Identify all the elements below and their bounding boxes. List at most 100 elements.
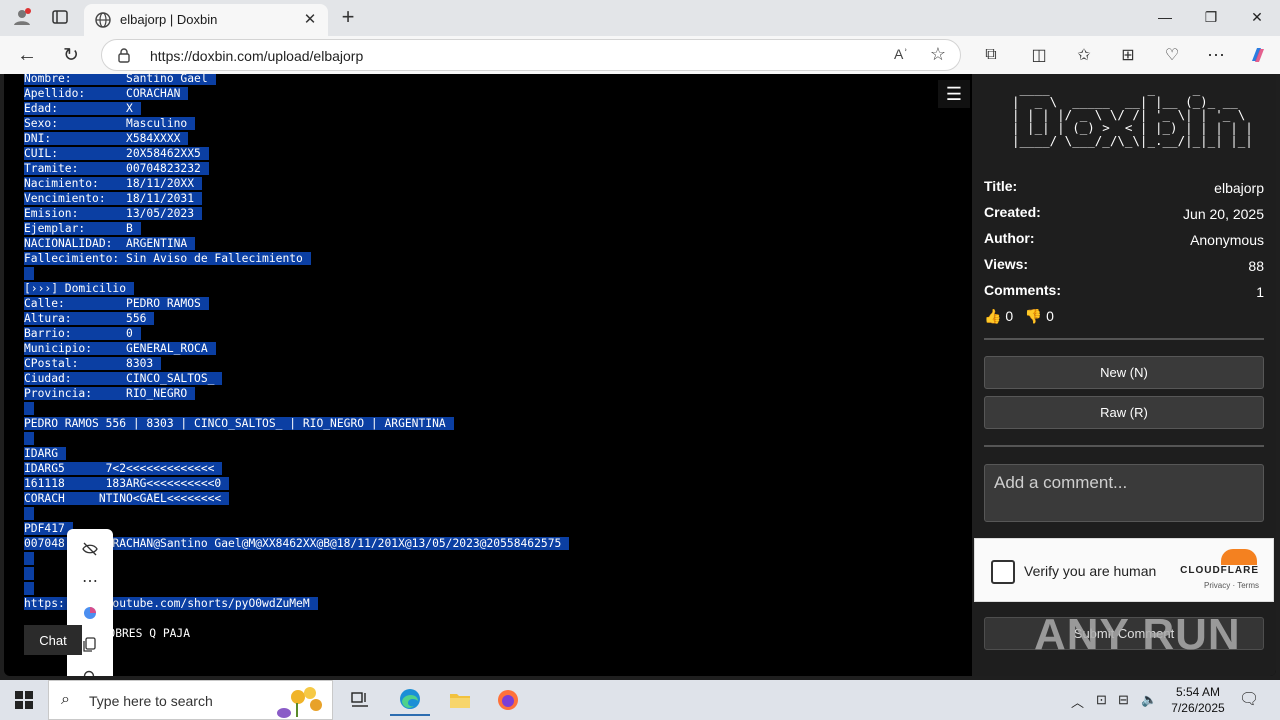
paste-line-text: Ciudad: CINCO_SALTOS_ xyxy=(24,372,223,385)
thumbs-up-icon[interactable]: 👍 xyxy=(984,308,1001,324)
paste-line-text: CUIL: 20X58462XX5 xyxy=(24,147,209,160)
captcha-checkbox[interactable] xyxy=(991,560,1015,584)
meta-label: Comments: xyxy=(984,282,1062,298)
paste-line: NACIONALIDAD: ARGENTINA xyxy=(24,236,569,251)
new-paste-button[interactable]: New (N) xyxy=(984,356,1264,389)
cloudflare-brand: CLOUDFLARE xyxy=(1180,565,1259,576)
task-view-icon[interactable] xyxy=(340,684,380,716)
paste-line: CORACH NTINO<GAEL<<<<<<<< xyxy=(24,491,569,506)
collections-icon[interactable]: ⊞ xyxy=(1114,41,1142,69)
paste-line: Ciudad: CINCO_SALTOS_ xyxy=(24,371,569,386)
close-tab-icon[interactable]: ✕ xyxy=(300,10,320,30)
search-placeholder: Type here to search xyxy=(89,693,213,709)
paste-line: [›››] Domicilio xyxy=(24,281,569,296)
restore-icon[interactable]: ❐ xyxy=(1188,0,1234,34)
meta-value: Anonymous xyxy=(1190,232,1264,248)
taskbar-search[interactable]: ⌕ Type here to search xyxy=(48,680,333,720)
file-explorer-icon[interactable] xyxy=(440,684,480,716)
chat-button[interactable]: Chat xyxy=(24,625,82,655)
paste-line: CUIL: 20X58462XX5 xyxy=(24,146,569,161)
paste-line-text: 161118 183ARG<<<<<<<<<<0 xyxy=(24,477,230,490)
search-icon[interactable] xyxy=(67,662,113,676)
favorite-star-icon[interactable]: ☆ xyxy=(930,44,946,65)
tab-bar: elbajorp | Doxbin ✕ + — ❐ ✕ xyxy=(0,0,1280,36)
vote-row: 👍 0 👎 0 xyxy=(984,308,1054,325)
paste-line xyxy=(24,431,569,446)
notifications-icon[interactable]: 🗨 xyxy=(1239,689,1259,709)
paste-line-text: Nacimiento: 18/11/20XX xyxy=(24,177,203,190)
globe-icon xyxy=(95,12,111,28)
tab-actions-icon[interactable] xyxy=(46,3,74,31)
paste-line-text: [›››] Domicilio xyxy=(24,282,135,295)
windows-start-icon[interactable] xyxy=(4,680,44,720)
paste-line-text xyxy=(24,432,34,445)
performance-icon[interactable]: ♡ xyxy=(1158,41,1186,69)
paste-line-text: Barrio: 0 xyxy=(24,327,141,340)
address-bar[interactable]: https://doxbin.com/upload/elbajorp Aʾ ☆ xyxy=(101,39,961,71)
paste-line: Barrio: 0 xyxy=(24,326,569,341)
paste-line: Municipio: GENERAL_ROCA xyxy=(24,341,569,356)
paste-line-text: Tramite: 00704823232 xyxy=(24,162,209,175)
paste-line: Fallecimiento: Sin Aviso de Fallecimient… xyxy=(24,251,569,266)
doxbin-ascii-logo: ____ _ _ | _ \ _____ __| |__ (_)_ __ | |… xyxy=(1012,81,1253,148)
paste-line-text: NACIONALIDAD: ARGENTINA xyxy=(24,237,196,250)
paste-line-text: Vencimiento: 18/11/2031 xyxy=(24,192,203,205)
thumbs-down-icon[interactable]: 👎 xyxy=(1025,308,1042,324)
meta-created: Created: Jun 20, 2025 xyxy=(984,204,1264,224)
paste-line: Ejemplar: B xyxy=(24,221,569,236)
dislike-count: 0 xyxy=(1046,308,1054,324)
paste-line: Tramite: 00704823232 xyxy=(24,161,569,176)
device-icon[interactable]: ⊡ xyxy=(1096,692,1107,708)
split-screen-icon[interactable]: ◫ xyxy=(1025,41,1053,69)
read-aloud-icon[interactable]: Aʾ xyxy=(894,46,908,62)
paste-line: Apellido: CORACHAN xyxy=(24,86,569,101)
network-icon[interactable]: ⊟ xyxy=(1118,692,1129,708)
paste-line-text: IDARG5 7<2<<<<<<<<<<<<< xyxy=(24,462,223,475)
edge-taskbar-icon[interactable] xyxy=(390,684,430,716)
paste-line-text: PEDRO RAMOS 556 | 8303 | CINCO_SALTOS_ |… xyxy=(24,417,454,430)
hamburger-menu-icon[interactable]: ☰ xyxy=(938,80,970,108)
paste-line-text: DNI: X584XXXX xyxy=(24,132,189,145)
back-icon[interactable]: ← xyxy=(13,41,41,69)
paste-line: DNI: X584XXXX xyxy=(24,131,569,146)
show-hidden-icons-icon[interactable]: ︿ xyxy=(1071,692,1084,711)
copilot-icon[interactable] xyxy=(1244,41,1272,69)
minimize-icon[interactable]: — xyxy=(1142,0,1188,34)
copilot-icon[interactable] xyxy=(67,598,113,628)
raw-button[interactable]: Raw (R) xyxy=(984,396,1264,429)
paste-line-text: Edad: X xyxy=(24,102,141,115)
tab-active[interactable]: elbajorp | Doxbin ✕ xyxy=(84,4,328,36)
paste-line: Emision: 13/05/2023 xyxy=(24,206,569,221)
paste-line-text xyxy=(24,402,34,415)
url-text[interactable]: https://doxbin.com/upload/elbajorp xyxy=(150,48,363,64)
more-menu-icon[interactable]: ⋯ xyxy=(1202,41,1230,69)
captcha-links[interactable]: Privacy · Terms xyxy=(1204,581,1259,590)
taskbar-clock[interactable]: 5:54 AM 7/26/2025 xyxy=(1162,684,1234,716)
volume-icon[interactable]: 🔈 xyxy=(1141,692,1157,708)
sidebar: ____ _ _ | _ \ _____ __| |__ (_)_ __ | |… xyxy=(972,74,1276,676)
extensions-icon[interactable]: ⧉ xyxy=(977,41,1005,69)
paste-line-text: CPostal: 8303 xyxy=(24,357,162,370)
refresh-icon[interactable]: ↻ xyxy=(57,41,85,69)
favorites-icon[interactable]: ✩ xyxy=(1070,41,1098,69)
paste-line-text: Provincia: RIO_NEGRO xyxy=(24,387,196,400)
tab-title: elbajorp | Doxbin xyxy=(120,12,218,27)
profile-icon[interactable] xyxy=(8,3,36,31)
comment-textarea[interactable]: Add a comment... xyxy=(984,464,1264,522)
paste-line: Altura: 556 xyxy=(24,311,569,326)
close-window-icon[interactable]: ✕ xyxy=(1234,0,1280,34)
site-info-icon[interactable] xyxy=(116,47,132,63)
meta-views: Views: 88 xyxy=(984,256,1264,276)
search-icon: ⌕ xyxy=(61,691,70,708)
firefox-icon[interactable] xyxy=(488,684,528,716)
more-options-icon[interactable]: ⋯ xyxy=(67,566,113,596)
paste-line: IDARG5 7<2<<<<<<<<<<<<< xyxy=(24,461,569,476)
hide-menu-icon[interactable] xyxy=(67,534,113,564)
meta-author: Author: Anonymous xyxy=(984,230,1264,250)
paste-line xyxy=(24,506,569,521)
new-tab-icon[interactable]: + xyxy=(334,3,362,31)
paste-line-text: Calle: PEDRO RAMOS xyxy=(24,297,209,310)
cloudflare-captcha: Verify you are human CLOUDFLARE Privacy … xyxy=(974,538,1274,602)
paste-line-text: CORACH NTINO<GAEL<<<<<<<< xyxy=(24,492,230,505)
paste-line-text: Municipio: GENERAL_ROCA xyxy=(24,342,216,355)
